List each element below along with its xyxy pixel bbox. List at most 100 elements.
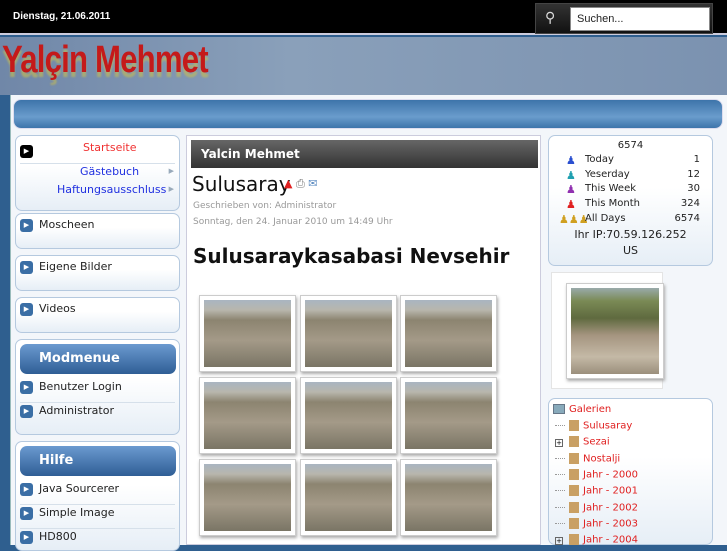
folder-icon — [569, 420, 579, 431]
article-heading: Sulusaraykasabasi Nevsehir — [193, 244, 510, 268]
play-icon: ▶ — [20, 302, 33, 316]
ip-address: Ihr IP:70.59.126.252 — [574, 228, 687, 241]
photo-thumbnail[interactable] — [300, 377, 397, 454]
pdf-icon[interactable]: ▲ — [284, 177, 292, 190]
gallery-tree: Galerien Sulusaray + Sezai Nostalji Jahr - 2… — [548, 398, 713, 546]
menu-item-benutzer-login[interactable]: Benutzer Login — [39, 380, 122, 393]
folder-icon — [569, 468, 579, 480]
folder-icon — [569, 534, 579, 546]
menu-moscheen[interactable]: ▶ Moscheen — [15, 213, 180, 249]
tree-line — [555, 490, 565, 492]
photo-thumbnail[interactable] — [400, 377, 497, 454]
main-menu: ▶ Startseite Gästebuch ▶ Haftungsausschl… — [15, 135, 180, 211]
counter-label: This Month — [585, 198, 640, 210]
play-icon: ▶ — [20, 506, 33, 520]
counter-row: ♟ This Month 324 — [559, 198, 700, 212]
current-date: Dienstag, 21.06.2011 — [13, 11, 111, 22]
gallery-item[interactable]: + Sezai — [555, 436, 610, 448]
counter-total: 6574 — [617, 140, 644, 151]
random-image[interactable] — [566, 283, 664, 379]
folder-icon — [569, 485, 579, 497]
play-icon: ▶ — [20, 260, 33, 274]
photo-thumbnail[interactable] — [199, 459, 296, 536]
header-banner: Yalçin Mehmet — [0, 37, 727, 95]
folder-icon — [569, 452, 579, 464]
gallery-item[interactable]: Sulusaray — [555, 420, 632, 432]
email-icon[interactable]: ✉ — [308, 177, 317, 190]
person-icon: ♟ — [566, 168, 576, 182]
menu-label[interactable]: Eigene Bilder — [39, 260, 112, 273]
search-box: ⚲ — [535, 3, 713, 34]
menu-item-simple-image[interactable]: Simple Image — [39, 506, 115, 519]
article-date: Sonntag, den 24. Januar 2010 um 14:49 Uh… — [193, 217, 393, 227]
modmenu-title: Modmenue — [20, 344, 176, 374]
counter-label: Yeserday — [585, 168, 630, 180]
folder-icon — [569, 517, 579, 529]
counter-value: 30 — [687, 183, 700, 195]
arrow-right-icon: ▶ — [168, 185, 174, 193]
person-icon: ♟ — [566, 198, 576, 212]
site-logo[interactable]: Yalçin Mehmet — [2, 39, 209, 82]
person-icon: ♟ — [566, 154, 576, 167]
random-image-box — [551, 272, 664, 389]
counter-value: 6574 — [674, 212, 700, 224]
gallery-icon — [553, 404, 565, 414]
section-header: Yalcin Mehmet — [191, 140, 538, 168]
play-icon: ▶ — [20, 380, 33, 394]
top-bar: Dienstag, 21.06.2011 ⚲ — [0, 0, 727, 35]
modmenu-box: Modmenue ▶ Benutzer Login ▶ Administrator — [15, 339, 180, 435]
menu-item-gaestebuch[interactable]: Gästebuch — [80, 165, 139, 178]
article: Yalcin Mehmet Sulusaray ▲ ⎙ ✉ Geschriebe… — [186, 135, 541, 545]
photo-thumbnail[interactable] — [300, 459, 397, 536]
counter-row: ♟♟♟ All Days 6574 — [559, 213, 700, 227]
gallery-item[interactable]: Jahr - 2003 — [555, 517, 638, 529]
folder-icon — [569, 501, 579, 513]
tree-line — [555, 522, 565, 524]
gallery-item[interactable]: Jahr - 2002 — [555, 501, 638, 513]
play-icon: ▶ — [20, 145, 33, 158]
play-icon: ▶ — [20, 530, 33, 544]
gallery-item[interactable]: Jahr - 2000 — [555, 468, 638, 480]
photo-thumbnail[interactable] — [199, 377, 296, 454]
tree-line — [555, 425, 565, 426]
menu-item-administrator[interactable]: Administrator — [39, 404, 114, 417]
hilfe-box: Hilfe ▶ Java Sourcerer ▶ Simple Image ▶ HD8… — [15, 441, 180, 551]
expand-icon[interactable]: + — [555, 438, 563, 447]
menu-item-java-sourcerer[interactable]: Java Sourcerer — [39, 482, 119, 495]
menu-label[interactable]: Moscheen — [39, 218, 94, 231]
menu-item-startseite[interactable]: Startseite — [83, 141, 137, 154]
gallery-item[interactable]: + Jahr - 2004 — [555, 534, 638, 546]
person-icon: ♟ — [566, 183, 576, 197]
tree-line — [555, 473, 565, 475]
hilfe-title: Hilfe — [20, 446, 176, 476]
counter-label: Today — [585, 154, 614, 165]
tree-line — [555, 506, 565, 508]
gallery-item[interactable]: Nostalji — [555, 452, 620, 464]
gallery-item[interactable]: Jahr - 2001 — [555, 485, 638, 497]
menu-item-haftungsausschluss[interactable]: Haftungsausschluss — [57, 183, 166, 196]
counter-label: This Week — [585, 183, 637, 195]
menu-item-hd800[interactable]: HD800 — [39, 530, 77, 543]
counter-value: 1 — [693, 154, 700, 165]
search-icon[interactable]: ⚲ — [545, 10, 561, 28]
top-navbar — [13, 99, 723, 129]
search-input[interactable] — [570, 7, 710, 31]
menu-eigene-bilder[interactable]: ▶ Eigene Bilder — [15, 255, 180, 291]
play-icon: ▶ — [20, 218, 33, 232]
expand-icon[interactable]: + — [555, 536, 563, 545]
article-title[interactable]: Sulusaray — [192, 172, 291, 196]
counter-row: ♟ This Week 30 — [559, 183, 700, 197]
arrow-right-icon: ▶ — [168, 167, 174, 175]
article-author: Geschrieben von: Administrator — [193, 201, 337, 211]
tree-line — [555, 457, 565, 459]
counter-value: 12 — [687, 168, 700, 180]
photo-thumbnail[interactable] — [400, 459, 497, 536]
menu-videos[interactable]: ▶ Videos — [15, 297, 180, 333]
photo-thumbnail[interactable] — [300, 295, 397, 372]
menu-label[interactable]: Videos — [39, 302, 76, 315]
visitor-counter: 6574 ♟ Today 1 ♟ Yeserday 12 ♟ This Week 30 ♟ This… — [548, 135, 713, 266]
print-icon[interactable]: ⎙ — [296, 177, 305, 190]
gallery-root[interactable]: Galerien — [553, 404, 611, 415]
photo-thumbnail[interactable] — [199, 295, 296, 372]
photo-thumbnail[interactable] — [400, 295, 497, 372]
